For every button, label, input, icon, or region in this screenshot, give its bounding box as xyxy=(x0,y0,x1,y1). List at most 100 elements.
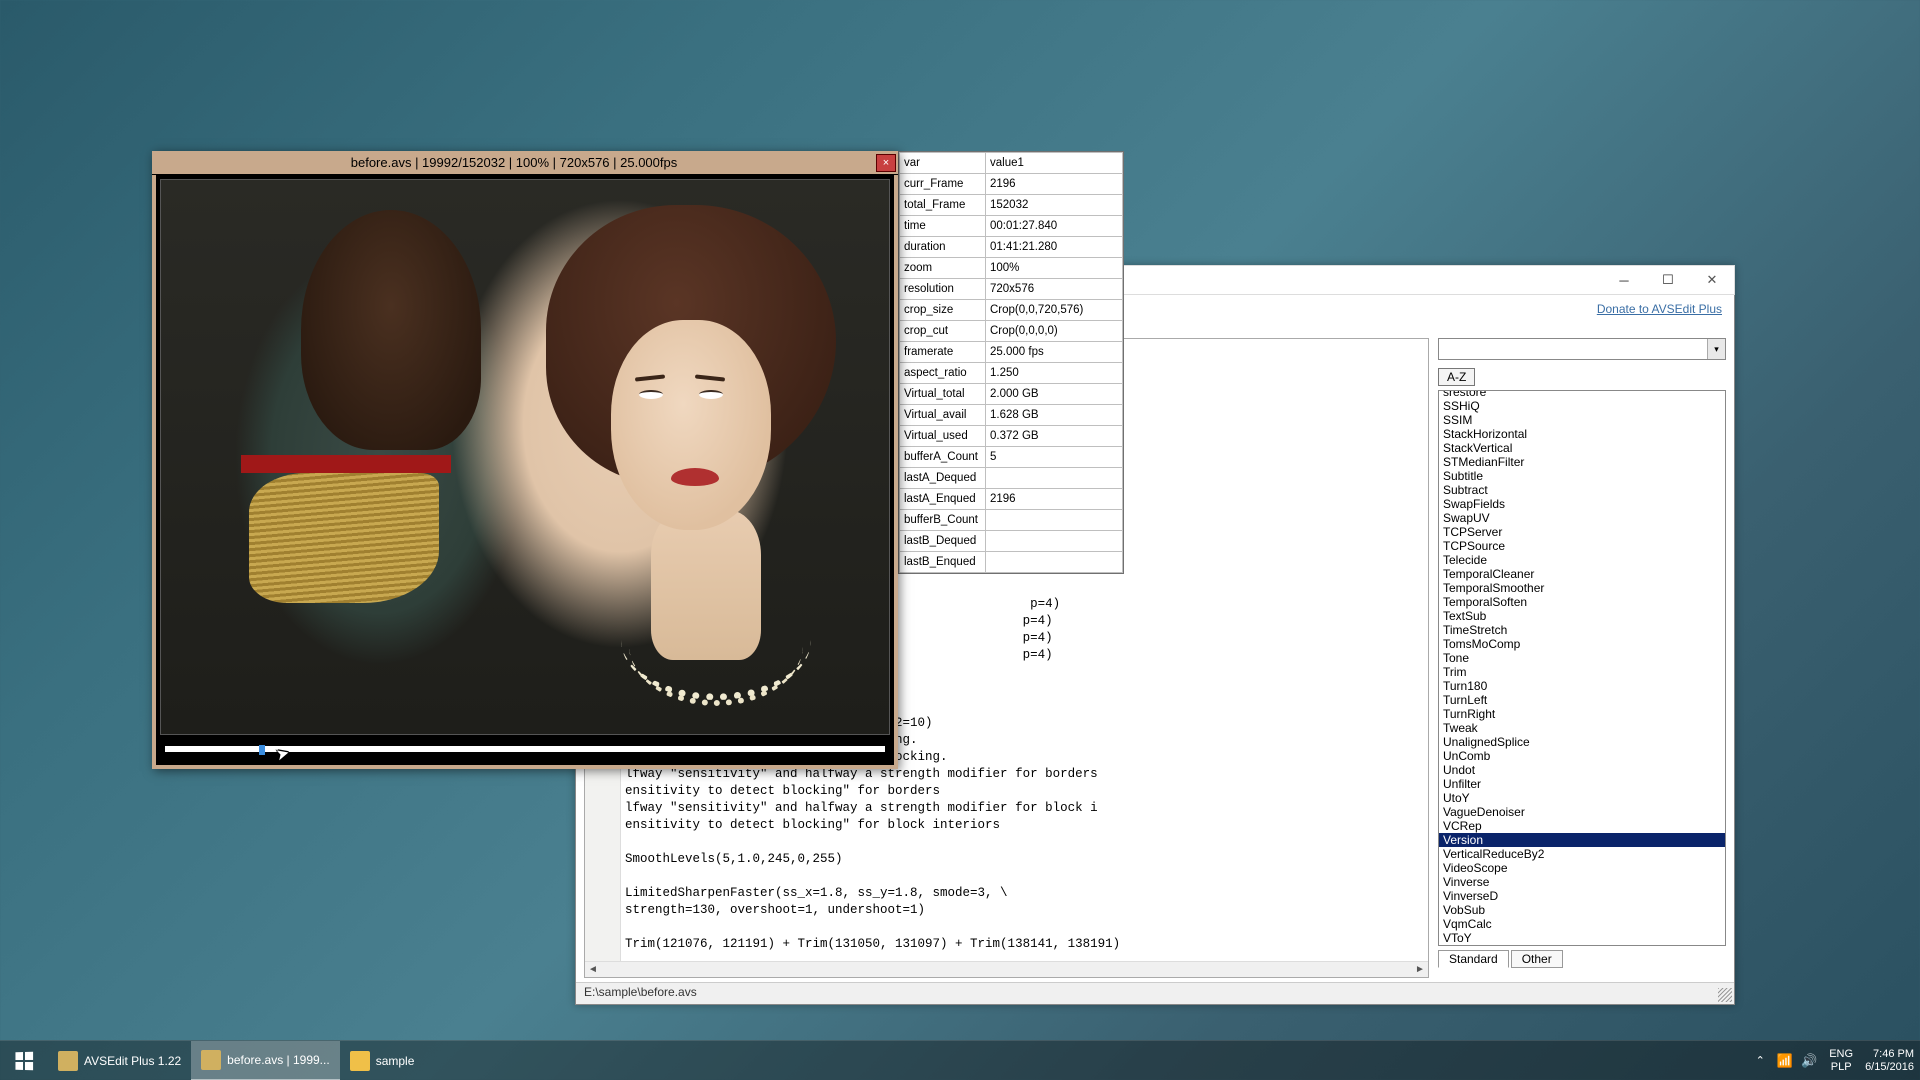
filter-item[interactable]: TomsMoComp xyxy=(1439,637,1725,651)
stats-value: Crop(0,0,720,576) xyxy=(986,300,1123,321)
preview-close-button[interactable]: × xyxy=(876,154,896,172)
stats-key: aspect_ratio xyxy=(900,363,986,384)
filter-item[interactable]: Trim xyxy=(1439,665,1725,679)
stats-key: curr_Frame xyxy=(900,174,986,195)
filter-item[interactable]: TCPSource xyxy=(1439,539,1725,553)
taskbar-item-label: AVSEdit Plus 1.22 xyxy=(84,1054,181,1068)
filter-item[interactable]: TextSub xyxy=(1439,609,1725,623)
video-frame xyxy=(160,179,890,735)
progress-thumb[interactable] xyxy=(259,745,265,755)
filter-item[interactable]: Tweak xyxy=(1439,721,1725,735)
stats-row: Virtual_avail1.628 GB xyxy=(900,405,1123,426)
stats-row: duration01:41:21.280 xyxy=(900,237,1123,258)
stats-row: lastB_Enqued xyxy=(900,552,1123,573)
filter-item[interactable]: SwapUV xyxy=(1439,511,1725,525)
sort-az-button[interactable]: A-Z xyxy=(1438,368,1475,386)
filter-item[interactable]: Telecide xyxy=(1439,553,1725,567)
stats-key: duration xyxy=(900,237,986,258)
filter-item[interactable]: VagueDenoiser xyxy=(1439,805,1725,819)
taskbar-item[interactable]: before.avs | 1999... xyxy=(191,1041,340,1080)
system-tray[interactable]: ⌃ 📶 🔊 ENGPLP 7:46 PM6/15/2016 xyxy=(1756,1048,1920,1074)
stats-key: lastA_Enqued xyxy=(900,489,986,510)
folder-icon xyxy=(350,1051,370,1071)
filter-item[interactable]: Undot xyxy=(1439,763,1725,777)
stats-key: resolution xyxy=(900,279,986,300)
stats-row: curr_Frame2196 xyxy=(900,174,1123,195)
filter-item[interactable]: TurnLeft xyxy=(1439,693,1725,707)
filter-item[interactable]: Unfilter xyxy=(1439,777,1725,791)
close-button[interactable]: ✕ xyxy=(1690,266,1734,294)
stats-value: 01:41:21.280 xyxy=(986,237,1123,258)
start-button[interactable] xyxy=(0,1041,48,1080)
scroll-left-icon[interactable]: ◄ xyxy=(585,964,601,975)
horizontal-scrollbar[interactable]: ◄ ► xyxy=(585,961,1428,977)
taskbar-item[interactable]: sample xyxy=(340,1041,425,1080)
taskbar-item-label: sample xyxy=(376,1054,415,1068)
stats-row: lastA_Enqued2196 xyxy=(900,489,1123,510)
filter-item[interactable]: VCRep xyxy=(1439,819,1725,833)
filter-item[interactable]: VerticalReduceBy2 xyxy=(1439,847,1725,861)
stats-value: 100% xyxy=(986,258,1123,279)
video-stats-window[interactable]: var value1 curr_Frame2196total_Frame1520… xyxy=(898,151,1124,574)
stats-row: resolution720x576 xyxy=(900,279,1123,300)
filter-item[interactable]: srestore xyxy=(1439,390,1725,399)
tab-standard[interactable]: Standard xyxy=(1438,950,1509,968)
tray-chevron-icon[interactable]: ⌃ xyxy=(1756,1054,1765,1067)
language-indicator[interactable]: ENGPLP xyxy=(1829,1048,1853,1074)
filter-item[interactable]: TurnRight xyxy=(1439,707,1725,721)
filter-item[interactable]: StackVertical xyxy=(1439,441,1725,455)
filter-item[interactable]: Subtract xyxy=(1439,483,1725,497)
filter-list[interactable]: SootheSSSpatialSoftensrestoreSSHiQSSIMSt… xyxy=(1438,390,1726,946)
volume-icon[interactable]: 🔊 xyxy=(1801,1053,1817,1069)
resize-grip-icon[interactable] xyxy=(1718,988,1732,1002)
filter-item[interactable]: SwapFields xyxy=(1439,497,1725,511)
video-preview-window[interactable]: before.avs | 19992/152032 | 100% | 720x5… xyxy=(152,151,898,769)
filter-item[interactable]: VqmCalc xyxy=(1439,917,1725,931)
status-bar: E:\sample\before.avs xyxy=(576,982,1734,1004)
filter-item[interactable]: SSIM xyxy=(1439,413,1725,427)
filter-item[interactable]: StackHorizontal xyxy=(1439,427,1725,441)
filter-item[interactable]: Vinverse xyxy=(1439,875,1725,889)
filter-item[interactable]: UtoY xyxy=(1439,791,1725,805)
stats-row: total_Frame152032 xyxy=(900,195,1123,216)
stats-value xyxy=(986,510,1123,531)
filter-item[interactable]: VideoScope xyxy=(1439,861,1725,875)
filter-item[interactable]: Version xyxy=(1439,833,1725,847)
stats-key: framerate xyxy=(900,342,986,363)
filter-item[interactable]: STMedianFilter xyxy=(1439,455,1725,469)
stats-value: 1.628 GB xyxy=(986,405,1123,426)
filter-item[interactable]: TCPServer xyxy=(1439,525,1725,539)
frame-progress-bar[interactable] xyxy=(164,745,886,753)
maximize-button[interactable]: ☐ xyxy=(1646,266,1690,294)
filter-item[interactable]: UnComb xyxy=(1439,749,1725,763)
tab-other[interactable]: Other xyxy=(1511,950,1563,968)
filter-item[interactable]: TimeStretch xyxy=(1439,623,1725,637)
network-icon[interactable]: 📶 xyxy=(1777,1053,1793,1069)
app-icon xyxy=(201,1050,221,1070)
windows-logo-icon xyxy=(15,1051,33,1070)
filter-item[interactable]: UnalignedSplice xyxy=(1439,735,1725,749)
filter-item[interactable]: Tone xyxy=(1439,651,1725,665)
filter-item[interactable]: TemporalCleaner xyxy=(1439,567,1725,581)
filter-item[interactable]: VobSub xyxy=(1439,903,1725,917)
filter-item[interactable]: TemporalSoften xyxy=(1439,595,1725,609)
filter-item[interactable]: SSHiQ xyxy=(1439,399,1725,413)
filter-item[interactable]: Turn180 xyxy=(1439,679,1725,693)
donate-link[interactable]: Donate to AVSEdit Plus xyxy=(1597,302,1722,316)
filter-item[interactable]: Subtitle xyxy=(1439,469,1725,483)
stats-key: bufferA_Count xyxy=(900,447,986,468)
minimize-button[interactable]: ─ xyxy=(1602,266,1646,294)
app-icon xyxy=(58,1051,78,1071)
preview-titlebar[interactable]: before.avs | 19992/152032 | 100% | 720x5… xyxy=(152,151,898,175)
scroll-right-icon[interactable]: ► xyxy=(1412,964,1428,975)
filter-item[interactable]: TemporalSmoother xyxy=(1439,581,1725,595)
clock[interactable]: 7:46 PM6/15/2016 xyxy=(1865,1048,1914,1074)
taskbar[interactable]: AVSEdit Plus 1.22 before.avs | 1999... sam… xyxy=(0,1040,1920,1080)
status-path: E:\sample\before.avs xyxy=(584,985,697,999)
filter-item[interactable]: VinverseD xyxy=(1439,889,1725,903)
tray-icons[interactable]: 📶 🔊 xyxy=(1777,1053,1817,1069)
filter-category-combo[interactable]: ▾ xyxy=(1438,338,1726,360)
taskbar-item[interactable]: AVSEdit Plus 1.22 xyxy=(48,1041,191,1080)
filter-item[interactable]: VToY xyxy=(1439,931,1725,945)
stats-row: lastB_Dequed xyxy=(900,531,1123,552)
